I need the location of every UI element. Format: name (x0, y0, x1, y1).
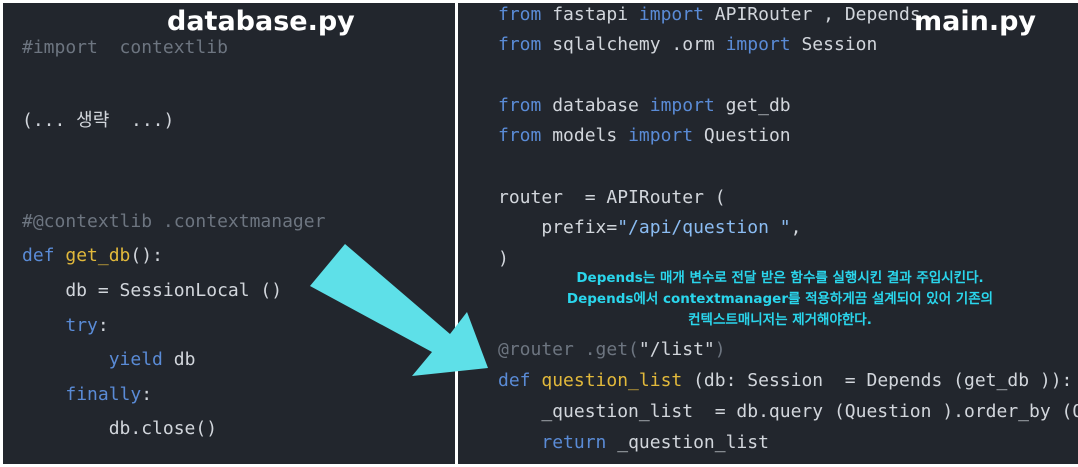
annotation-line: Depends는 매개 변수로 전달 받은 함수를 실행시킨 결과 주입시킨다. (576, 270, 984, 286)
database-py-title: database.py (167, 6, 355, 37)
depends-annotation: Depends는 매개 변수로 전달 받은 함수를 실행시킨 결과 주입시킨다.… (490, 268, 1070, 331)
code-token: from (498, 95, 542, 116)
main-py-title: main.py (914, 6, 1037, 37)
code-token: def (22, 245, 66, 266)
code-token: #@contextlib .contextmanager (22, 211, 326, 232)
code-line: ) (498, 248, 509, 269)
code-line: from sqlalchemy .orm import Session (498, 34, 877, 55)
code-line: def question_list (db: Session = Depends… (498, 370, 1072, 391)
code-token: finally (65, 384, 142, 405)
database-py-panel: #import contextlib (... 생략 ...) #@contextl… (3, 3, 455, 464)
code-token: "/api/question " (617, 217, 791, 238)
code-token: #import contextlib (22, 37, 228, 58)
annotation-line: 컨텍스트매니저는 제거해야한다. (688, 312, 872, 328)
code-token: (... 생략 ...) (22, 110, 175, 131)
code-token: (db: Session = Depends (get_db )): (682, 370, 1073, 391)
code-token: import (638, 4, 704, 25)
code-line: def get_db(): (22, 245, 163, 266)
code-line: try: (22, 315, 109, 336)
code-token: prefix= (498, 217, 618, 238)
code-token: db (162, 349, 196, 370)
code-token: from (498, 34, 542, 55)
annotation-line: Depends에서 contextmanager를 적용하게끔 설계되어 있어 … (566, 291, 994, 307)
code-line: db.close() (22, 418, 217, 439)
code-token: db = SessionLocal () (22, 280, 283, 301)
code-token: ) (714, 339, 726, 360)
code-token: Session (790, 34, 878, 55)
code-line: _question_list = db.query (Question ).or… (498, 401, 1078, 422)
code-token: Question (693, 125, 791, 146)
code-token: def (498, 370, 542, 391)
code-token: models (541, 125, 629, 146)
code-token: ) (498, 248, 509, 269)
code-token: @router .get( (498, 339, 639, 360)
diagram-canvas: #import contextlib (... 생략 ...) #@contextl… (0, 0, 1078, 467)
code-line: db = SessionLocal () (22, 280, 282, 301)
code-token: (): (130, 245, 163, 266)
code-token: fastapi (541, 4, 639, 25)
code-token: database (541, 95, 650, 116)
code-line: from fastapi import APIRouter , Depends (498, 4, 921, 25)
code-token: : (97, 315, 109, 336)
code-token: try (65, 315, 98, 336)
code-token: _question_list (606, 432, 769, 453)
code-line: prefix="/api/question ", (498, 217, 801, 238)
code-token: get_db (714, 95, 791, 116)
code-token: "/list" (638, 339, 715, 360)
code-line: from models import Question (498, 125, 791, 146)
code-token: import (725, 34, 791, 55)
code-token: from (498, 125, 542, 146)
code-token: question_list (541, 370, 683, 391)
database-py-code: #import contextlib (... 생략 ...) #@contextl… (22, 3, 452, 464)
code-line: router = APIRouter ( (498, 187, 726, 208)
main-py-code: from fastapi import APIRouter , Depends f… (498, 3, 1078, 464)
code-line: @router .get("/list") (498, 339, 726, 360)
code-token: db.close() (22, 418, 218, 439)
main-py-panel: from fastapi import APIRouter , Depends f… (458, 3, 1078, 464)
code-line: #@contextlib .contextmanager (22, 211, 325, 232)
code-token: _question_list = db.query (Question ).or… (541, 401, 1078, 422)
code-token: APIRouter , Depends (703, 4, 921, 25)
code-line: (... 생략 ...) (22, 106, 174, 132)
code-line: return _question_list (498, 432, 769, 453)
code-line: from database import get_db (498, 95, 791, 116)
code-token: import (649, 95, 715, 116)
code-token: from (498, 4, 542, 25)
code-token: get_db (65, 245, 131, 266)
code-line: finally: (22, 384, 152, 405)
code-line: yield db (22, 349, 196, 370)
code-token: router = APIRouter ( (498, 187, 726, 208)
code-token: : (141, 384, 153, 405)
code-token: , (790, 217, 802, 238)
code-token: return (541, 432, 607, 453)
code-token: sqlalchemy .orm (541, 34, 726, 55)
code-line: #import contextlib (22, 37, 228, 58)
code-token: import (628, 125, 694, 146)
code-token: yield (108, 349, 163, 370)
